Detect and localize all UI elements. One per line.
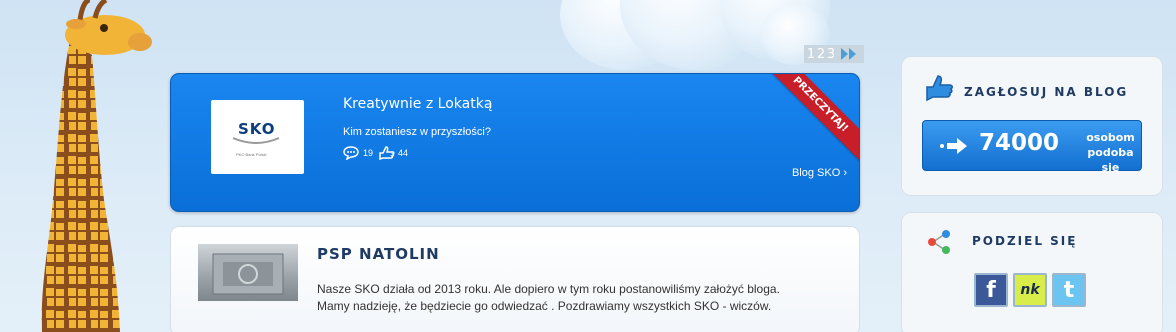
sko-logo-swoosh xyxy=(232,137,280,144)
blog-sko-link[interactable]: Blog SKO › xyxy=(792,167,847,179)
sko-logo-bank: PKO Bank Polski xyxy=(236,152,267,157)
featured-blog-card[interactable]: SKO PKO Bank Polski Kreatywnie z Lokatką… xyxy=(170,73,860,212)
facebook-icon: f xyxy=(986,277,996,303)
share-icon xyxy=(928,230,950,254)
comment-count: 19 xyxy=(363,148,374,158)
featured-stats: 19 44 xyxy=(343,146,408,160)
page-2-link[interactable]: 2 xyxy=(816,47,826,62)
blog-post-card[interactable]: PSP NATOLIN Nasze SKO działa od 2013 rok… xyxy=(170,226,860,332)
post-excerpt-line: Mamy nadzieję, że będziecie go odwiedzać… xyxy=(317,299,772,313)
page-3-link[interactable]: 3 xyxy=(826,47,836,62)
like-label-line: podoba się xyxy=(1087,146,1134,174)
like-counter: 74000 xyxy=(979,130,1060,156)
nk-icon: nk xyxy=(1020,282,1040,298)
vote-widget: ZAGŁOSUJ NA BLOG 74000 osobom podoba się xyxy=(901,56,1163,196)
like-label-line: osobom xyxy=(1086,131,1135,144)
post-excerpt: Nasze SKO działa od 2013 roku. Ale dopie… xyxy=(317,281,837,315)
featured-title[interactable]: Kreatywnie z Lokatką xyxy=(343,96,492,112)
thumbs-up-icon xyxy=(926,75,953,102)
twitter-share-button[interactable]: t xyxy=(1052,273,1086,307)
post-thumbnail[interactable] xyxy=(198,244,298,301)
post-title[interactable]: PSP NATOLIN xyxy=(317,245,440,263)
read-ribbon[interactable]: PRZECZYTAJ! xyxy=(763,74,859,162)
slider-pagination: 1 2 3 xyxy=(804,45,864,63)
nk-share-button[interactable]: nk xyxy=(1013,273,1047,307)
twitter-icon: t xyxy=(1063,277,1075,303)
comment-icon xyxy=(343,146,359,160)
giraffe-illustration xyxy=(41,0,152,332)
vote-title: ZAGŁOSUJ NA BLOG xyxy=(964,85,1129,99)
share-title: PODZIEL SIĘ xyxy=(972,234,1078,248)
page-1-link[interactable]: 1 xyxy=(806,47,816,62)
thumbs-up-icon xyxy=(379,146,395,160)
facebook-share-button[interactable]: f xyxy=(974,273,1008,307)
like-blog-button[interactable]: 74000 osobom podoba się xyxy=(922,120,1142,174)
next-arrows-icon[interactable] xyxy=(838,45,862,63)
arrow-right-icon xyxy=(940,138,967,154)
like-label: osobom podoba się xyxy=(1080,130,1141,175)
like-count: 44 xyxy=(398,148,409,158)
sko-logo: SKO PKO Bank Polski xyxy=(211,100,304,174)
post-excerpt-line: Nasze SKO działa od 2013 roku. Ale dopie… xyxy=(317,282,780,296)
share-widget: PODZIEL SIĘ f nk t xyxy=(901,212,1163,332)
school-photo-icon xyxy=(212,253,284,295)
featured-subtitle: Kim zostaniesz w przyszłości? xyxy=(343,126,491,138)
